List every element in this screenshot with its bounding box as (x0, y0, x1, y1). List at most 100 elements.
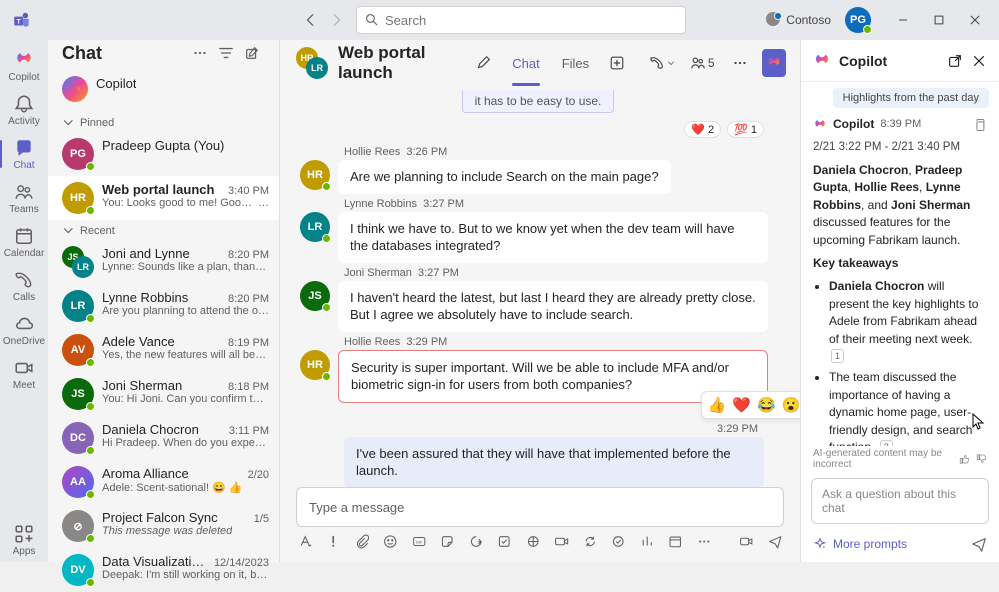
conv-more-button[interactable] (729, 49, 753, 77)
chat-entry[interactable]: AVAdele Vance8:19 PMYes, the new feature… (48, 328, 279, 372)
window-maximize[interactable] (923, 6, 955, 34)
chat-entry-copilot[interactable]: Copilot (48, 66, 279, 112)
copilot-popout[interactable] (947, 53, 963, 69)
ai-disclaimer: AI-generated content may be incorrect (813, 448, 947, 470)
rail-copilot[interactable]: Copilot (0, 44, 48, 88)
polls-icon[interactable] (640, 533, 654, 550)
compose-input[interactable]: Type a message (296, 487, 784, 527)
conversation-title: Web portal launch (338, 43, 463, 83)
rail-meet[interactable]: Meet (0, 352, 48, 396)
citation-ref[interactable]: 1 (831, 349, 844, 363)
section-pinned[interactable]: Pinned (48, 112, 279, 132)
rail-activity[interactable]: Activity (0, 88, 48, 132)
copilot-ask-input[interactable]: Ask a question about this chat (811, 478, 989, 524)
viva-icon[interactable] (526, 533, 540, 550)
search-box[interactable] (356, 6, 686, 34)
message-received: HR Hollie Rees 3:29 PMSecurity is super … (290, 336, 786, 419)
titlebar: Contoso PG (0, 0, 999, 40)
tab-chat[interactable]: Chat (506, 40, 545, 86)
nav-forward-button[interactable] (326, 9, 348, 31)
chat-entry[interactable]: PGPradeep Gupta (You) (48, 132, 279, 176)
compose-more-icon[interactable] (697, 533, 711, 550)
org-presence[interactable]: Contoso (766, 12, 831, 28)
copilot-title: Copilot (839, 53, 939, 69)
search-input[interactable] (385, 13, 677, 28)
tab-files[interactable]: Files (556, 40, 595, 86)
actions-icon[interactable] (497, 533, 511, 550)
window-minimize[interactable] (887, 6, 919, 34)
more-prompts-link[interactable]: More prompts (833, 537, 907, 551)
copilot-send[interactable] (971, 536, 987, 552)
record-icon[interactable] (739, 533, 753, 550)
chat-entry[interactable]: JSLRJoni and Lynne8:20 PMLynne: Sounds l… (48, 240, 279, 284)
teams-app-icon (12, 10, 32, 30)
format-icon[interactable] (298, 533, 312, 550)
sticker-icon[interactable] (440, 533, 454, 550)
takeaway-item: Daniela Chocron will present the key hig… (829, 278, 987, 365)
search-icon (365, 13, 379, 27)
new-chat-button[interactable] (239, 40, 265, 66)
org-name: Contoso (786, 13, 831, 27)
chat-list-pane: Chat Copilot Pinned PGPradeep Gupta (You… (48, 40, 280, 562)
copy-button[interactable] (973, 118, 987, 132)
rail-calls[interactable]: Calls (0, 264, 48, 308)
rail-teams[interactable]: Teams (0, 176, 48, 220)
chat-filter-button[interactable] (213, 40, 239, 66)
attach-icon[interactable] (355, 533, 369, 550)
message-received: HR Hollie Rees 3:26 PMAre we planning to… (290, 146, 786, 194)
takeaway-item: The team discussed the importance of hav… (829, 369, 987, 446)
schedule-icon[interactable] (668, 533, 682, 550)
feedback-up[interactable] (959, 452, 970, 466)
feedback-down[interactable] (976, 452, 987, 466)
chat-entry[interactable]: AAAroma Alliance2/20Adele: Scent-sationa… (48, 460, 279, 504)
reaction-bar[interactable]: 👍❤️😂😮🙏 (701, 391, 800, 419)
approvals-icon[interactable] (611, 533, 625, 550)
section-recent[interactable]: Recent (48, 220, 279, 240)
app-rail: Copilot Activity Chat Teams Calendar Cal… (0, 40, 48, 562)
copilot-close[interactable] (971, 53, 987, 69)
send-button[interactable] (768, 533, 782, 550)
window-close[interactable] (959, 6, 991, 34)
message-sent: 3:29 PMI've been assured that they will … (290, 423, 764, 487)
chat-entry[interactable]: JSJoni Sherman8:18 PMYou: Hi Joni. Can y… (48, 372, 279, 416)
updates-icon[interactable] (583, 533, 597, 550)
priority-icon[interactable] (326, 533, 340, 550)
stream-icon[interactable] (554, 533, 568, 550)
gif-icon[interactable]: GIF (412, 533, 426, 550)
reaction-pill[interactable]: ❤️2 (684, 121, 721, 138)
nav-back-button[interactable] (300, 9, 322, 31)
people-button[interactable]: 5 (686, 49, 719, 77)
message-received: JS Joni Sherman 3:27 PMI haven't heard t… (290, 267, 786, 332)
copilot-icon (813, 52, 831, 70)
chat-list-title: Chat (62, 43, 102, 64)
chat-entry[interactable]: HRWeb portal launch3:40 PMYou: Looks goo… (48, 176, 279, 220)
chat-entry[interactable]: ⊘Project Falcon Sync1/5This message was … (48, 504, 279, 548)
message-received: LR Lynne Robbins 3:27 PMI think we have … (290, 198, 786, 263)
me-avatar[interactable]: PG (845, 7, 871, 33)
conversation-pane: HR LR Web portal launch Chat Files 5 it … (280, 40, 800, 562)
copilot-toggle-button[interactable] (762, 49, 786, 77)
call-button[interactable] (649, 49, 676, 77)
notif-badge (774, 12, 782, 20)
sparkle-icon (813, 537, 827, 551)
compose-area: Type a message GIF (280, 487, 800, 562)
chat-entry[interactable]: LRLynne Robbins8:20 PMAre you planning t… (48, 284, 279, 328)
rail-onedrive[interactable]: OneDrive (0, 308, 48, 352)
chat-entry[interactable]: DVData Visualization Issue12/14/2023Deep… (48, 548, 279, 592)
chat-entry[interactable]: DCDaniela Chocron3:11 PMHi Pradeep. When… (48, 416, 279, 460)
conversation-header: HR LR Web portal launch Chat Files 5 (280, 40, 800, 86)
prompt-chip[interactable]: Highlights from the past day (833, 88, 989, 108)
loop-icon[interactable] (469, 533, 483, 550)
context-snippet: it has to be easy to use. (462, 90, 615, 113)
rail-chat[interactable]: Chat (0, 132, 48, 176)
reaction-pill[interactable]: 💯1 (727, 121, 764, 138)
emoji-icon[interactable] (383, 533, 397, 550)
chat-more-button[interactable] (187, 40, 213, 66)
copilot-pane: Copilot Highlights from the past day Cop… (800, 40, 999, 562)
rename-button[interactable] (473, 49, 497, 77)
rail-apps[interactable]: Apps (0, 518, 48, 562)
rail-calendar[interactable]: Calendar (0, 220, 48, 264)
add-tab-button[interactable] (605, 49, 629, 77)
compose-toolbar: GIF (296, 527, 784, 556)
message-list[interactable]: it has to be easy to use. ❤️2 💯1 HR Holli… (280, 86, 800, 487)
